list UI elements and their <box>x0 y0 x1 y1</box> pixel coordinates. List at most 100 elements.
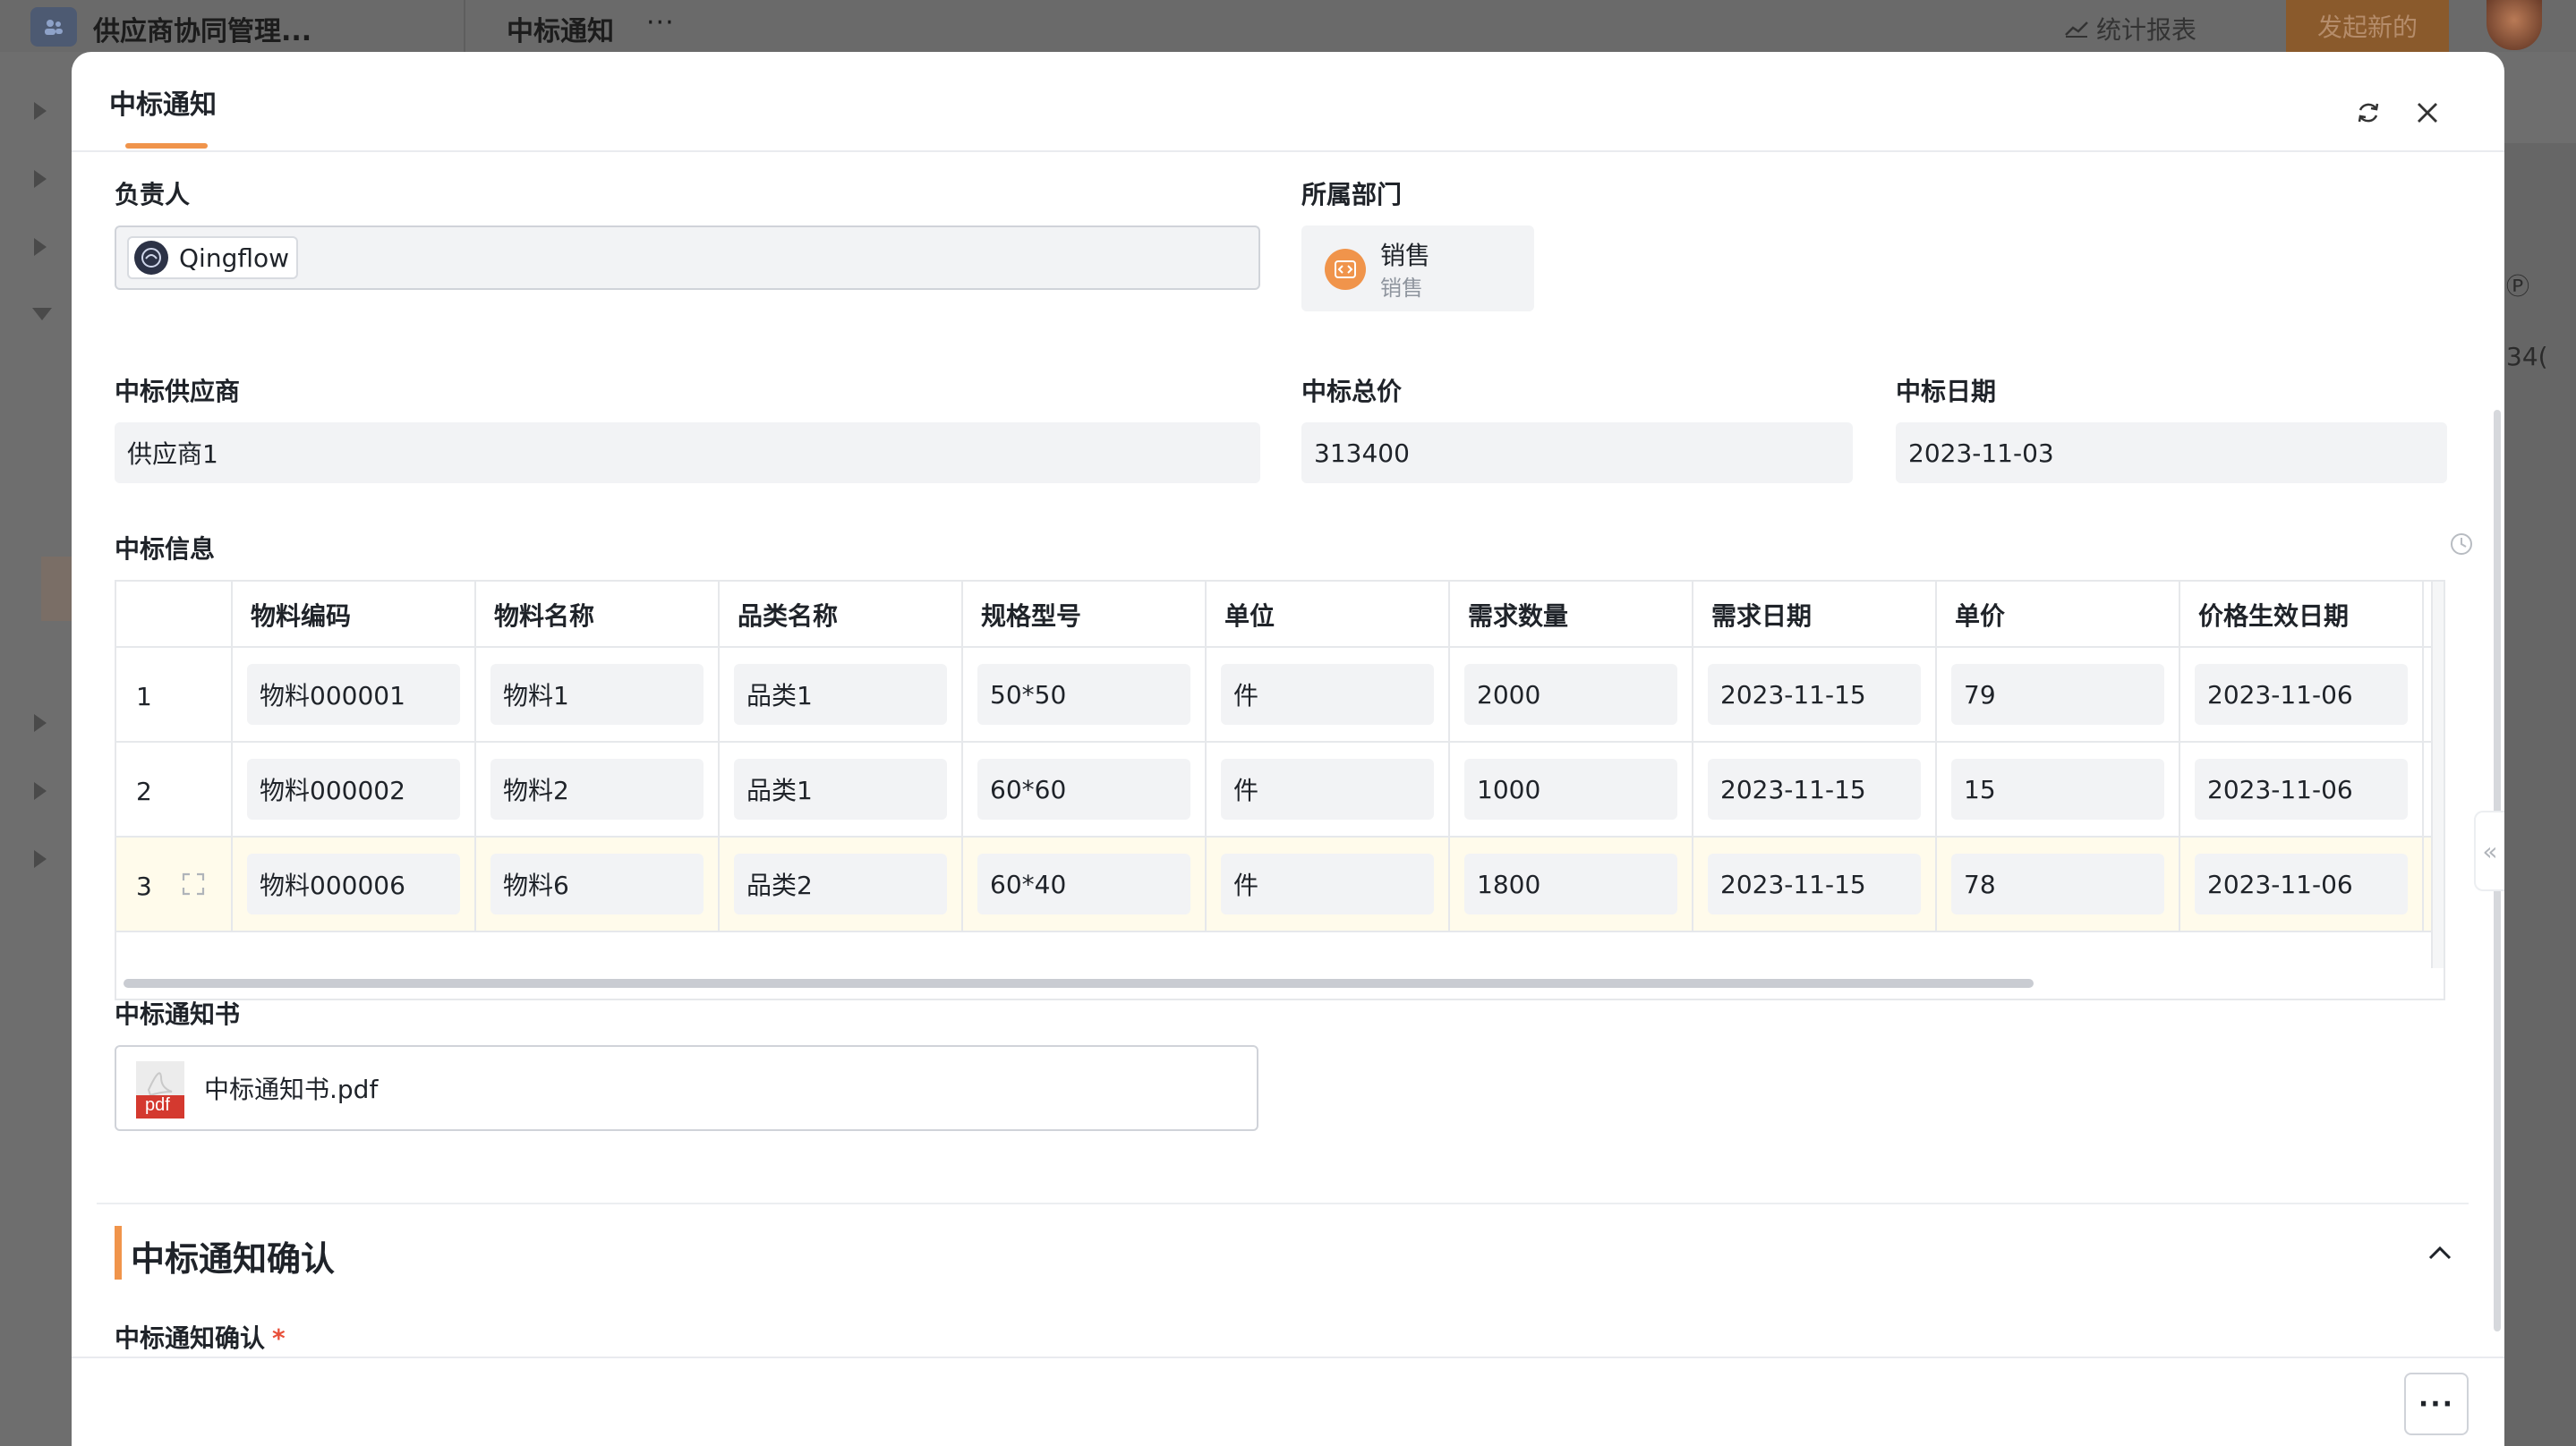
attachment-field[interactable]: pdf 中标通知书.pdf <box>115 1045 1258 1131</box>
unit-price-input[interactable]: 15 <box>1951 759 2164 820</box>
spec-input[interactable]: 60*40 <box>977 854 1190 914</box>
col-header-unit-price: 单价 <box>1937 582 2180 648</box>
row-index-cell: 3 <box>116 838 233 932</box>
quantity-input[interactable]: 2000 <box>1464 664 1677 725</box>
award-info-label: 中标信息 <box>115 534 216 564</box>
history-button[interactable] <box>2449 532 2474 560</box>
material-name-cell: 物料2 <box>476 743 720 838</box>
table-row-hovered: 3 物料000006 物料6 品类2 60*40 件 1800 2023-11-… <box>116 838 2444 932</box>
supplier-label: 中标供应商 <box>115 377 241 406</box>
unit-cell: 件 <box>1207 838 1450 932</box>
app-icon <box>30 7 77 47</box>
more-icon: ··· <box>646 7 675 38</box>
material-code-cell: 物料000001 <box>233 648 476 743</box>
table-row: 2 物料000002 物料2 品类1 60*60 件 1000 2023-11-… <box>116 743 2444 838</box>
owner-label: 负责人 <box>115 180 191 209</box>
modal-header: 中标通知 <box>72 52 2504 152</box>
tree-expand-icon <box>34 782 47 800</box>
row-number: 3 <box>136 872 152 901</box>
unit-input[interactable]: 件 <box>1221 664 1434 725</box>
close-button[interactable] <box>2410 95 2445 131</box>
price-effective-date-cell: 2023-11-06 <box>2180 743 2424 838</box>
modal-title: 中标通知 <box>109 89 217 121</box>
category-input[interactable]: 品类1 <box>734 664 947 725</box>
price-effective-date-cell: 2023-11-06 <box>2180 838 2424 932</box>
section-divider <box>97 1203 2469 1204</box>
supplier-field[interactable]: 供应商1 <box>115 422 1260 483</box>
expand-row-icon[interactable] <box>181 872 206 900</box>
demand-date-input[interactable]: 2023-11-15 <box>1708 854 1921 914</box>
quantity-input[interactable]: 1800 <box>1464 854 1677 914</box>
background-right-value: 34( <box>2506 342 2548 371</box>
tree-expand-icon <box>34 714 47 732</box>
col-header-spec: 规格型号 <box>963 582 1207 648</box>
col-header-category: 品类名称 <box>720 582 963 648</box>
material-name-cell: 物料1 <box>476 648 720 743</box>
spec-input[interactable]: 50*50 <box>977 664 1190 725</box>
record-modal: 中标通知 负责人 Qingflow 所属部门 销售 销售 中标供应商 供应商1 … <box>72 52 2504 1446</box>
demand-date-input[interactable]: 2023-11-15 <box>1708 664 1921 725</box>
owner-name: Qingflow <box>179 242 290 273</box>
material-name-input[interactable]: 物料1 <box>490 664 704 725</box>
price-effective-date-input[interactable]: 2023-11-06 <box>2195 759 2408 820</box>
demand-date-input[interactable]: 2023-11-15 <box>1708 759 1921 820</box>
unit-price-cell: 15 <box>1937 743 2180 838</box>
unit-price-input[interactable]: 78 <box>1951 854 2164 914</box>
history-icon <box>2451 533 2472 555</box>
col-header-quantity: 需求数量 <box>1450 582 1693 648</box>
spec-input[interactable]: 60*60 <box>977 759 1190 820</box>
section-accent-bar <box>115 1226 122 1280</box>
price-effective-date-input[interactable]: 2023-11-06 <box>2195 854 2408 914</box>
owner-chip[interactable]: Qingflow <box>127 236 299 279</box>
dept-label: 所属部门 <box>1301 180 1403 209</box>
material-code-input[interactable]: 物料000002 <box>247 759 460 820</box>
category-input[interactable]: 品类1 <box>734 759 947 820</box>
pdf-badge: pdf <box>145 1095 170 1115</box>
dept-card: 销售 销售 <box>1301 225 1534 311</box>
quantity-input[interactable]: 1000 <box>1464 759 1677 820</box>
refresh-icon <box>2358 103 2379 123</box>
report-link: 统计报表 <box>2064 11 2196 47</box>
material-name-cell: 物料6 <box>476 838 720 932</box>
unit-input[interactable]: 件 <box>1221 854 1434 914</box>
confirm-label: 中标通知确认 * <box>115 1319 286 1355</box>
attachment-file-name[interactable]: 中标通知书.pdf <box>204 1070 378 1106</box>
table-horizontal-scrollbar[interactable] <box>116 968 2444 999</box>
table-row: 1 物料000001 物料1 品类1 50*50 件 2000 2023-11-… <box>116 648 2444 743</box>
unit-input[interactable]: 件 <box>1221 759 1434 820</box>
chevron-up-icon <box>2428 1246 2452 1260</box>
modal-footer: ··· <box>72 1357 2504 1446</box>
category-input[interactable]: 品类2 <box>734 854 947 914</box>
material-code-cell: 物料000002 <box>233 743 476 838</box>
owner-avatar <box>134 241 168 275</box>
unit-price-input[interactable]: 79 <box>1951 664 2164 725</box>
more-actions-button[interactable]: ··· <box>2404 1373 2469 1435</box>
users-icon <box>45 20 63 35</box>
scrollbar-thumb[interactable] <box>124 979 2034 988</box>
col-header-material-code: 物料编码 <box>233 582 476 648</box>
material-name-input[interactable]: 物料2 <box>490 759 704 820</box>
row-number: 2 <box>136 777 152 806</box>
quantity-cell: 1800 <box>1450 838 1693 932</box>
table-header: 物料编码 物料名称 品类名称 规格型号 单位 需求数量 需求日期 单价 价格生效… <box>116 582 2444 648</box>
material-code-input[interactable]: 物料000006 <box>247 854 460 914</box>
side-panel-toggle[interactable]: « <box>2474 811 2504 891</box>
new-record-button: 发起新的 <box>2286 0 2449 52</box>
owner-field[interactable]: Qingflow <box>115 225 1260 290</box>
material-name-input[interactable]: 物料6 <box>490 854 704 914</box>
background-right-text: Ⓟ <box>2506 274 2530 301</box>
category-cell: 品类2 <box>720 838 963 932</box>
user-avatar <box>2486 0 2542 50</box>
award-date-field[interactable]: 2023-11-03 <box>1896 422 2447 483</box>
col-header-price-effective-date: 价格生效日期 <box>2180 582 2424 648</box>
spec-cell: 50*50 <box>963 648 1207 743</box>
material-code-input[interactable]: 物料000001 <box>247 664 460 725</box>
dept-subtitle: 销售 <box>1380 276 1423 301</box>
quantity-cell: 2000 <box>1450 648 1693 743</box>
refresh-button[interactable] <box>2350 95 2386 131</box>
required-mark: * <box>272 1323 286 1353</box>
total-price-field[interactable]: 313400 <box>1301 422 1853 483</box>
price-effective-date-input[interactable]: 2023-11-06 <box>2195 664 2408 725</box>
tree-expand-icon <box>34 238 47 256</box>
section-collapse-button[interactable] <box>2422 1235 2458 1271</box>
